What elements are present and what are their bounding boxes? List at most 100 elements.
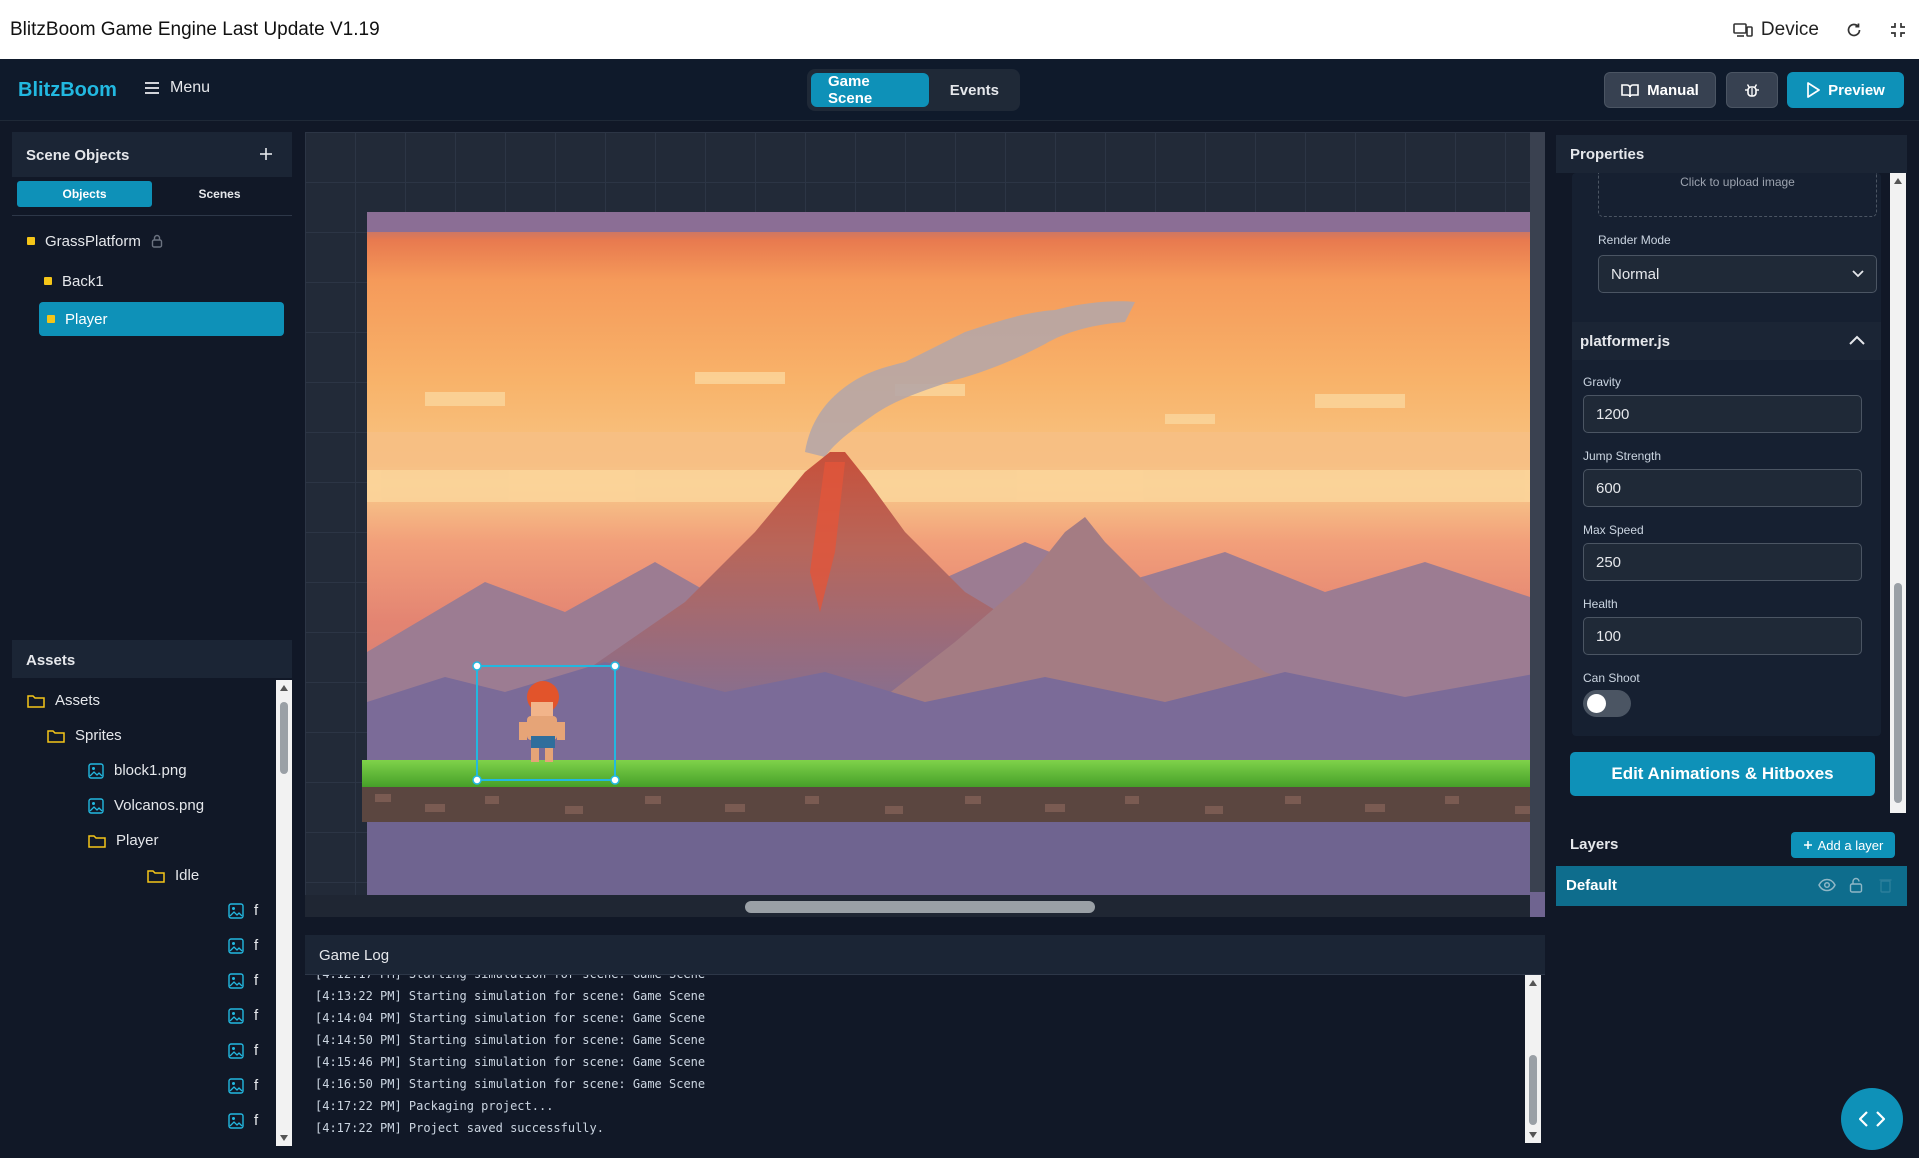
image-file-icon bbox=[228, 972, 244, 989]
refresh-icon[interactable] bbox=[1845, 21, 1863, 39]
add-layer-button[interactable]: Add a layer bbox=[1791, 832, 1895, 858]
tree-file-frame[interactable]: f bbox=[228, 1103, 258, 1138]
viewport-vscroll[interactable] bbox=[1530, 132, 1545, 892]
tree-label: f bbox=[254, 1112, 259, 1129]
log-line: [4:14:50 PM] Starting simulation for sce… bbox=[315, 1033, 706, 1047]
image-file-icon bbox=[88, 797, 104, 814]
tree-label: f bbox=[254, 1042, 259, 1059]
window-title: BlitzBoom Game Engine Last Update V1.19 bbox=[10, 18, 380, 40]
bug-button[interactable] bbox=[1726, 72, 1778, 108]
folder-icon bbox=[147, 869, 165, 883]
manual-button[interactable]: Manual bbox=[1604, 72, 1716, 108]
tab-scenes[interactable]: Scenes bbox=[152, 181, 287, 207]
render-mode-value: Normal bbox=[1611, 265, 1660, 283]
layer-label: Default bbox=[1566, 877, 1617, 894]
assets-scrollbar[interactable] bbox=[276, 680, 292, 1146]
scrollbar-thumb[interactable] bbox=[1894, 583, 1902, 803]
properties-header: Properties bbox=[1556, 135, 1907, 173]
play-icon bbox=[1806, 82, 1820, 98]
log-line: [4:13:22 PM] Starting simulation for sce… bbox=[315, 989, 706, 1003]
game-log-panel: Game Log [4:12:17 PM] Starting simulatio… bbox=[305, 935, 1545, 1153]
unlock-icon[interactable] bbox=[1849, 877, 1863, 893]
render-mode-select[interactable]: Normal bbox=[1598, 255, 1877, 293]
image-file-icon bbox=[228, 1112, 244, 1129]
log-scrollbar[interactable] bbox=[1525, 975, 1541, 1143]
scene-objects-title: Scene Objects bbox=[26, 147, 130, 164]
layer-row-default[interactable]: Default bbox=[1556, 866, 1907, 906]
scene-object-grassplatform[interactable]: GrassPlatform bbox=[27, 224, 257, 258]
code-icon bbox=[1859, 1110, 1885, 1128]
scrollbar-thumb[interactable] bbox=[280, 702, 288, 774]
tree-file-frame[interactable]: f bbox=[228, 963, 258, 998]
field-label-jump-strength: Jump Strength bbox=[1583, 449, 1662, 463]
tree-file-frame[interactable]: f bbox=[228, 893, 258, 928]
tree-folder-sprites[interactable]: Sprites bbox=[47, 718, 122, 753]
health-input[interactable]: 100 bbox=[1583, 617, 1862, 655]
tree-folder-idle[interactable]: Idle bbox=[147, 858, 199, 893]
gravity-input[interactable]: 1200 bbox=[1583, 395, 1862, 433]
folder-icon bbox=[27, 694, 45, 708]
script-card-header[interactable]: platformer.js bbox=[1572, 322, 1881, 360]
tree-label: f bbox=[254, 1077, 259, 1094]
menu-label: Menu bbox=[170, 79, 211, 96]
divider bbox=[12, 215, 292, 216]
device-toggle[interactable]: Device bbox=[1733, 19, 1819, 41]
scene-object-player[interactable]: Player bbox=[39, 302, 284, 336]
add-object-icon[interactable] bbox=[258, 146, 274, 162]
plus-icon bbox=[1803, 840, 1813, 850]
fullscreen-icon[interactable] bbox=[1889, 21, 1907, 39]
tree-label: Sprites bbox=[75, 727, 122, 744]
script-name: platformer.js bbox=[1580, 333, 1671, 350]
tab-game-scene[interactable]: Game Scene bbox=[811, 73, 929, 107]
log-line: [4:15:46 PM] Starting simulation for sce… bbox=[315, 1055, 706, 1069]
field-label-health: Health bbox=[1583, 597, 1618, 611]
scene-render bbox=[362, 212, 1545, 917]
log-line: [4:17:22 PM] Project saved successfully. bbox=[315, 1121, 604, 1135]
preview-button[interactable]: Preview bbox=[1787, 72, 1904, 108]
eye-icon[interactable] bbox=[1818, 878, 1836, 892]
assets-header: Assets bbox=[12, 640, 292, 678]
tree-label: f bbox=[254, 1007, 259, 1024]
assets-panel: Assets Assets Sprites block1.png Volcano… bbox=[12, 640, 292, 1150]
tree-file-frame[interactable]: f bbox=[228, 928, 258, 963]
image-file-icon bbox=[228, 937, 244, 954]
tree-file-block1[interactable]: block1.png bbox=[88, 753, 187, 788]
properties-scrollbar[interactable] bbox=[1890, 173, 1906, 813]
trash-icon[interactable] bbox=[1879, 877, 1892, 893]
upload-hint: Click to upload image bbox=[1680, 175, 1795, 189]
scene-object-back1[interactable]: Back1 bbox=[44, 264, 294, 298]
tree-file-frame[interactable]: f bbox=[228, 998, 258, 1033]
tree-file-frame[interactable]: f bbox=[228, 1068, 258, 1103]
game-log-header: Game Log bbox=[305, 935, 1545, 975]
jump-strength-input[interactable]: 600 bbox=[1583, 469, 1862, 507]
brand-logo[interactable]: BlitzBoom bbox=[18, 79, 117, 102]
tab-events[interactable]: Events bbox=[933, 73, 1016, 107]
log-line: [4:12:17 PM] Starting simulation for sce… bbox=[315, 975, 705, 985]
log-line: [4:14:04 PM] Starting simulation for sce… bbox=[315, 1011, 706, 1025]
scene-viewport[interactable] bbox=[305, 132, 1545, 917]
tree-file-frame[interactable]: f bbox=[228, 1033, 258, 1068]
edit-animations-button[interactable]: Edit Animations & Hitboxes bbox=[1570, 752, 1875, 796]
max-speed-input[interactable]: 250 bbox=[1583, 543, 1862, 581]
scrollbar-thumb[interactable] bbox=[745, 901, 1095, 913]
chevron-up-icon[interactable] bbox=[1849, 335, 1865, 345]
chevron-down-icon bbox=[1852, 270, 1864, 278]
code-toggle-button[interactable] bbox=[1841, 1088, 1903, 1150]
image-file-icon bbox=[228, 1007, 244, 1024]
layers-header: Layers Add a layer bbox=[1556, 823, 1907, 865]
tab-objects[interactable]: Objects bbox=[17, 181, 152, 207]
image-file-icon bbox=[228, 1077, 244, 1094]
tree-file-volcanos[interactable]: Volcanos.png bbox=[88, 788, 204, 823]
layers-panel: Layers Add a layer Default bbox=[1556, 823, 1907, 963]
can-shoot-toggle[interactable] bbox=[1583, 690, 1631, 717]
menu-button[interactable]: Menu bbox=[144, 79, 210, 97]
preview-label: Preview bbox=[1828, 81, 1885, 99]
lock-icon[interactable] bbox=[151, 234, 163, 248]
tree-folder-assets[interactable]: Assets bbox=[27, 683, 100, 718]
tree-folder-player[interactable]: Player bbox=[88, 823, 159, 858]
scrollbar-thumb[interactable] bbox=[1529, 1055, 1537, 1125]
image-upload-dropzone[interactable]: Click to upload image bbox=[1598, 173, 1877, 217]
hamburger-icon bbox=[144, 81, 160, 95]
field-label-gravity: Gravity bbox=[1583, 375, 1622, 389]
viewport-hscroll[interactable] bbox=[305, 895, 1530, 917]
